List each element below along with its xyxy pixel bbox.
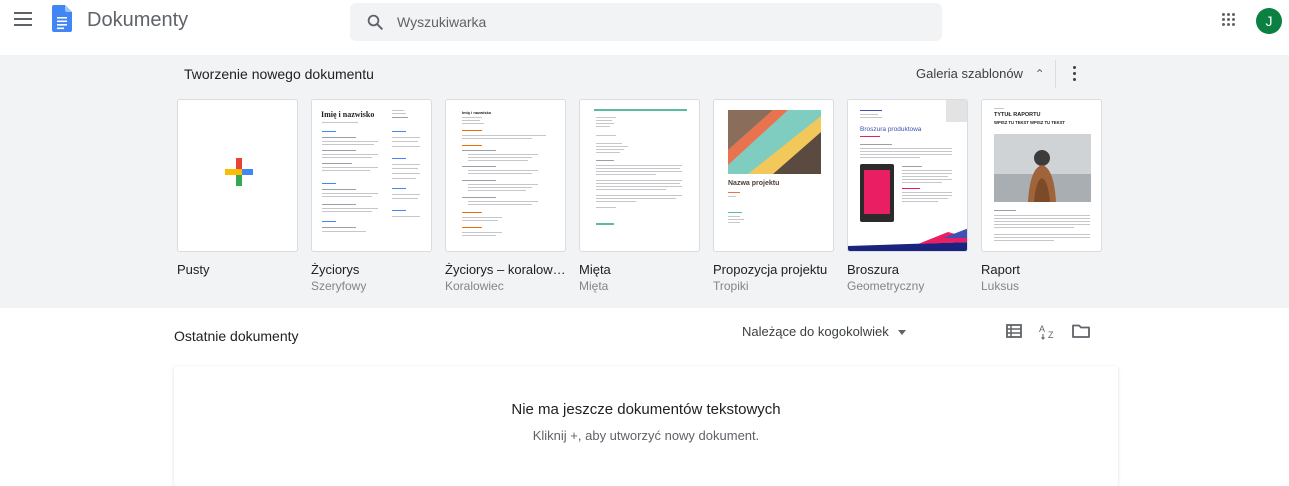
svg-text:A: A <box>1039 324 1045 334</box>
template-subtitle: Mięta <box>579 279 609 293</box>
google-apps-icon[interactable] <box>1222 13 1236 27</box>
template-name: Mięta <box>579 262 611 277</box>
search-bar <box>350 3 942 41</box>
app-header: Dokumenty J <box>0 0 1289 42</box>
main-menu-icon[interactable] <box>14 12 32 26</box>
template-subtitle: Geometryczny <box>847 279 925 293</box>
template-subtitle: Szeryfowy <box>311 279 367 293</box>
folder-icon[interactable] <box>1071 321 1091 341</box>
docs-logo-icon[interactable] <box>52 5 72 32</box>
template-name: Pusty <box>177 262 210 277</box>
template-subtitle: Tropiki <box>713 279 749 293</box>
plus-icon <box>225 158 253 186</box>
recent-documents-title: Ostatnie dokumenty <box>174 328 299 344</box>
template-name: Propozycja projektu <box>713 262 828 277</box>
thumb-heading: Broszura produktowa <box>860 126 922 133</box>
empty-state-card: Nie ma jeszcze dokumentów tekstowych Kli… <box>174 366 1118 486</box>
empty-state-title: Nie ma jeszcze dokumentów tekstowych <box>511 401 781 418</box>
avatar[interactable]: J <box>1256 8 1282 34</box>
template-resume-coral[interactable]: Imię i nazwisko Życiorys – koralowi... K… <box>445 99 566 293</box>
thumb-heading: Nazwa projektu <box>728 180 780 187</box>
template-blank[interactable]: Pusty <box>177 99 298 277</box>
template-thumbnail[interactable]: Imię i nazwisko <box>445 99 566 252</box>
owner-filter-label: Należące do kogokolwiek <box>742 324 889 339</box>
report-photo <box>994 134 1091 202</box>
template-thumbnail[interactable] <box>177 99 298 252</box>
divider <box>1055 60 1056 88</box>
section-title: Tworzenie nowego dokumentu <box>184 66 374 82</box>
template-mint[interactable]: Mięta Mięta <box>579 99 700 293</box>
dropdown-arrow-icon <box>898 330 907 336</box>
template-subtitle: Luksus <box>981 279 1020 293</box>
template-thumbnail[interactable]: Imię i nazwisko <box>311 99 432 252</box>
template-gallery-section: Tworzenie nowego dokumentu Galeria szabl… <box>0 55 1289 308</box>
empty-state-subtitle: Kliknij +, aby utworzyć nowy dokument. <box>532 428 760 443</box>
unfold-icon: ⌃ <box>1034 67 1045 81</box>
template-name: Życiorys – koralowi... <box>445 262 566 277</box>
template-project-proposal[interactable]: Nazwa projektu Propozycja projektu Tropi… <box>713 99 834 293</box>
template-brochure[interactable]: Broszura produktowa Broszura Geometryczn… <box>847 99 968 293</box>
svg-text:Z: Z <box>1048 330 1054 340</box>
owner-filter-dropdown[interactable]: Należące do kogokolwiek <box>742 324 907 339</box>
template-resume-serif[interactable]: Imię i nazwisko Życiorys Szeryfowy <box>311 99 432 293</box>
template-name: Broszura <box>847 262 900 277</box>
template-gallery-label: Galeria szablonów <box>916 66 1023 81</box>
template-name: Raport <box>981 262 1021 277</box>
tropics-graphic <box>728 110 821 174</box>
template-thumbnail[interactable] <box>579 99 700 252</box>
search-icon[interactable] <box>366 13 384 31</box>
list-view-icon[interactable] <box>1004 321 1024 341</box>
template-thumbnail[interactable]: Nazwa projektu <box>713 99 834 252</box>
thumb-subheading: WPISZ TU TEKST WPISZ TU TEKST <box>994 120 1065 125</box>
template-subtitle: Koralowiec <box>445 279 504 293</box>
thumb-heading: Imię i nazwisko <box>321 110 375 119</box>
template-thumbnail[interactable]: Broszura produktowa <box>847 99 968 252</box>
app-title[interactable]: Dokumenty <box>87 9 188 32</box>
search-input[interactable] <box>397 3 897 41</box>
sort-az-icon[interactable]: A Z <box>1038 321 1058 341</box>
template-name: Życiorys <box>311 262 360 277</box>
thumb-heading: Imię i nazwisko <box>462 110 492 115</box>
more-options-icon[interactable] <box>1064 60 1086 88</box>
geometric-band <box>848 228 967 251</box>
template-gallery-button[interactable]: Galeria szablonów ⌃ <box>904 58 1057 90</box>
template-report[interactable]: TYTUŁ RAPORTU WPISZ TU TEKST WPISZ TU TE… <box>981 99 1102 293</box>
thumb-heading: TYTUŁ RAPORTU <box>994 112 1041 118</box>
template-thumbnail[interactable]: TYTUŁ RAPORTU WPISZ TU TEKST WPISZ TU TE… <box>981 99 1102 252</box>
